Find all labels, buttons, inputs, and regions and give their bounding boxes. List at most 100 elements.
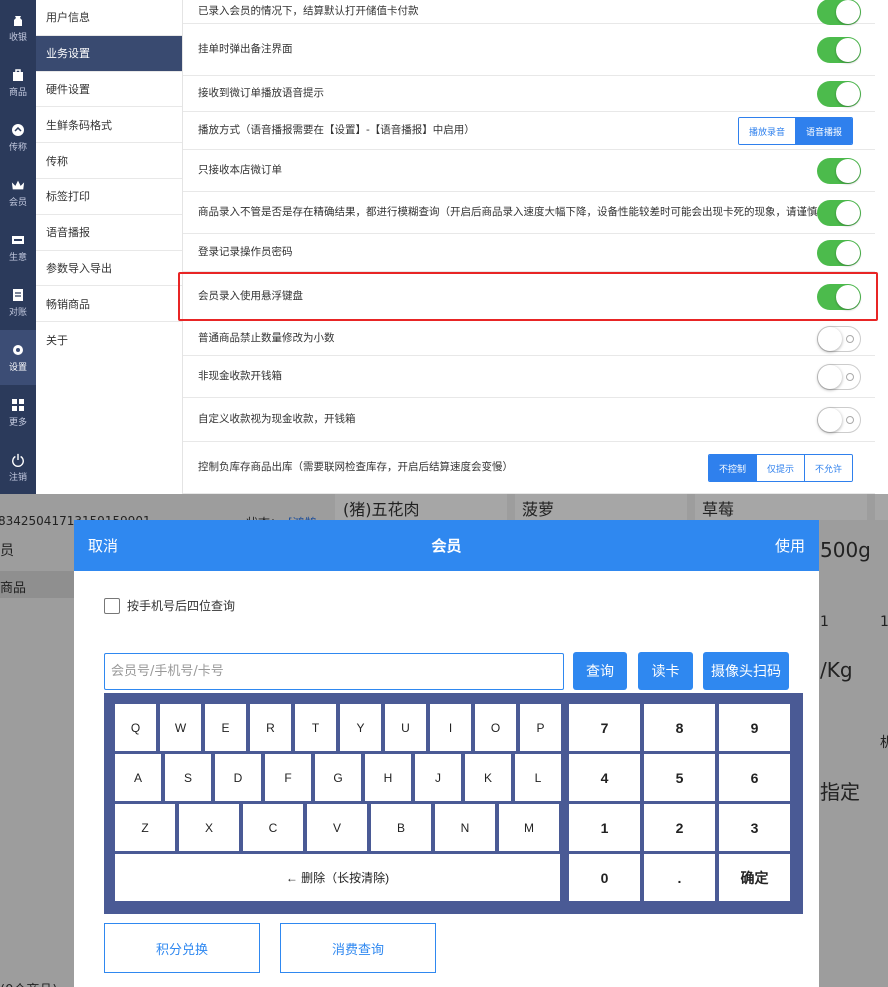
side-fragment: 1 [880, 614, 888, 630]
keyboard-key[interactable]: 2 [644, 804, 715, 851]
segment-option[interactable]: 不允许 [803, 455, 852, 481]
member-search-input[interactable] [104, 653, 564, 690]
product-card [875, 494, 888, 520]
highlight-box [178, 272, 878, 321]
keyboard-key[interactable]: X [179, 804, 239, 851]
keyboard-key[interactable]: Q [115, 704, 156, 751]
keyboard-key[interactable]: 6 [719, 754, 790, 801]
setting-label: 非现金收款开钱箱 [198, 370, 282, 382]
keyboard-key[interactable]: U [385, 704, 426, 751]
keyboard-key[interactable]: K [465, 754, 511, 801]
setting-toggle[interactable] [817, 37, 861, 63]
keyboard-key[interactable]: R [250, 704, 291, 751]
setting-label: 自定义收款视为现金收款，开钱箱 [198, 413, 356, 425]
keyboard-key[interactable]: S [165, 754, 211, 801]
nav-item[interactable]: 注销 [0, 440, 36, 495]
setting-toggle[interactable] [817, 407, 861, 433]
keyboard-key[interactable]: H [365, 754, 411, 801]
submenu-item[interactable]: 硬件设置 [36, 72, 182, 108]
price-fragment: 500g [820, 538, 871, 562]
segment-option[interactable]: 不控制 [708, 455, 756, 481]
keyboard-key[interactable]: 9 [719, 704, 790, 751]
keyboard-key[interactable]: F [265, 754, 311, 801]
cashier-bag-icon [11, 13, 25, 27]
segment-option[interactable]: 仅提示 [755, 455, 804, 481]
segment-option[interactable]: 语音播报 [794, 118, 852, 144]
keyboard-key[interactable]: V [307, 804, 367, 851]
keyboard-key[interactable]: W [160, 704, 201, 751]
keyboard-key[interactable]: 3 [719, 804, 790, 851]
keyboard-key[interactable]: P [520, 704, 561, 751]
nav-item[interactable]: 商品 [0, 55, 36, 110]
keyboard-key[interactable]: B [371, 804, 431, 851]
setting-row: 普通商品禁止数量修改为小数 [183, 321, 875, 356]
setting-toggle[interactable] [817, 158, 861, 184]
points-exchange-button[interactable]: 积分兑换 [104, 923, 260, 973]
submenu-item[interactable]: 业务设置 [36, 35, 182, 72]
consumption-query-button[interactable]: 消费查询 [280, 923, 436, 973]
keyboard-key[interactable]: I [430, 704, 471, 751]
segment-option[interactable]: 播放录音 [738, 118, 795, 144]
submenu-item[interactable]: 畅销商品 [36, 286, 182, 323]
keyboard-key[interactable]: D [215, 754, 261, 801]
keyboard-key[interactable]: 4 [569, 754, 640, 801]
submenu-item[interactable]: 语音播报 [36, 215, 182, 251]
submenu-item[interactable]: 标签打印 [36, 179, 182, 215]
keyboard-key[interactable]: Y [340, 704, 381, 751]
keyboard-key[interactable]: 0 [569, 854, 640, 901]
keyboard-key[interactable]: . [644, 854, 715, 901]
nav-item[interactable]: 更多 [0, 385, 36, 440]
keyboard-key[interactable]: 5 [644, 754, 715, 801]
keyboard-key[interactable]: O [475, 704, 516, 751]
keyboard-key[interactable]: G [315, 754, 361, 801]
nav-item[interactable]: 会员 [0, 165, 36, 220]
keyboard-key[interactable]: ← 删除（长按清除) [115, 854, 560, 901]
phone-last4-option[interactable]: 按手机号后四位查询 [104, 597, 235, 614]
setting-toggle[interactable] [817, 240, 861, 266]
submenu-item[interactable]: 传称 [36, 143, 182, 179]
keyboard-key[interactable]: 7 [569, 704, 640, 751]
keyboard-key[interactable]: M [499, 804, 559, 851]
phone-last4-checkbox[interactable] [104, 597, 120, 614]
segmented-control: 不控制 仅提示 不允许 [707, 454, 853, 482]
nav-item[interactable]: 传称 [0, 110, 36, 165]
setting-toggle[interactable] [817, 200, 861, 226]
setting-row: 挂单时弹出备注界面 [183, 24, 875, 76]
submenu-item[interactable]: 生鲜条码格式 [36, 107, 182, 144]
nav-item[interactable]: 收银 [0, 0, 36, 55]
use-button[interactable]: 使用 [775, 535, 805, 556]
cancel-button[interactable]: 取消 [88, 535, 118, 556]
keyboard-key[interactable]: E [205, 704, 246, 751]
nav-item[interactable]: 生意 [0, 220, 36, 275]
keyboard-key[interactable]: L [515, 754, 561, 801]
setting-label: 只接收本店微订单 [198, 164, 282, 176]
setting-row: 控制负库存商品出库（需要联网检查库存，开启后结算速度会变慢） 不控制 仅提示 不允许 [183, 442, 875, 494]
setting-toggle[interactable] [817, 326, 861, 352]
nav-item[interactable]: 对账 [0, 275, 36, 330]
nav-item-label: 设置 [8, 362, 27, 373]
setting-toggle[interactable] [817, 0, 861, 25]
keyboard-key[interactable]: T [295, 704, 336, 751]
member-dialog: 取消 会员 使用 按手机号后四位查询 查询 读卡 摄像头扫码 QWERTYUIO… [74, 520, 819, 987]
setting-toggle[interactable] [817, 81, 861, 107]
read-card-button[interactable]: 读卡 [638, 652, 693, 690]
floating-keyboard: Q W E R T Y U I O P A S D F G H J K L Z X C V B N M ← 删除（长按清除) 7 8 9 4… [104, 693, 803, 914]
camera-scan-button[interactable]: 摄像头扫码 [703, 652, 789, 690]
keyboard-key[interactable]: 确定 [719, 854, 790, 901]
keyboard-key[interactable]: A [115, 754, 161, 801]
nav-item[interactable]: 设置 [0, 330, 36, 385]
keyboard-key[interactable]: J [415, 754, 461, 801]
keyboard-key[interactable]: Z [115, 804, 175, 851]
keyboard-key[interactable]: C [243, 804, 303, 851]
keyboard-key[interactable]: 8 [644, 704, 715, 751]
dialog-title: 会员 [431, 537, 462, 555]
query-button[interactable]: 查询 [573, 652, 627, 690]
keyboard-key[interactable]: 1 [569, 804, 640, 851]
setting-label: 登录记录操作员密码 [198, 246, 293, 258]
dialog-header: 取消 会员 使用 [74, 520, 819, 571]
setting-toggle[interactable] [817, 364, 861, 390]
submenu-item[interactable]: 参数导入导出 [36, 251, 182, 287]
submenu-item[interactable]: 用户信息 [36, 0, 182, 36]
submenu-item[interactable]: 关于 [36, 322, 182, 358]
keyboard-key[interactable]: N [435, 804, 495, 851]
